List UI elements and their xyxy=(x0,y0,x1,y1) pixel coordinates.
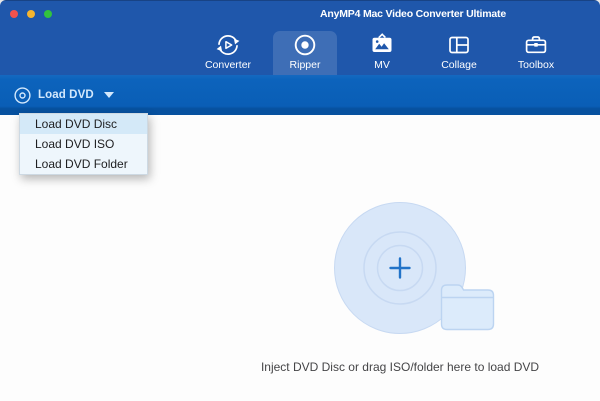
load-dvd-menu: Load DVD Disc Load DVD ISO Load DVD Fold… xyxy=(19,113,148,175)
folder-icon xyxy=(440,284,495,331)
tab-ripper[interactable]: Ripper xyxy=(273,31,337,76)
ripper-icon xyxy=(294,34,316,56)
toolbox-icon xyxy=(525,36,547,54)
menu-item-load-dvd-folder[interactable]: Load DVD Folder xyxy=(20,154,147,174)
load-dvd-button[interactable]: Load DVD xyxy=(10,80,118,110)
tab-mv-label: MV xyxy=(374,59,390,71)
menu-item-load-dvd-iso[interactable]: Load DVD ISO xyxy=(20,134,147,154)
tab-ripper-label: Ripper xyxy=(289,59,321,71)
chevron-down-icon xyxy=(103,92,114,98)
converter-icon xyxy=(216,35,240,55)
load-dvd-label: Load DVD xyxy=(38,89,94,101)
menu-item-load-dvd-disc[interactable]: Load DVD Disc xyxy=(20,114,147,134)
tab-toolbox-label: Toolbox xyxy=(517,59,555,71)
app-window: AnyMP4 Mac Video Converter Ultimate Conv… xyxy=(0,0,600,401)
mv-icon xyxy=(372,33,392,52)
tab-toolbox[interactable]: Toolbox xyxy=(504,31,568,76)
main-nav: Converter Ripper MV Collage Toolbox xyxy=(196,31,568,76)
tab-converter[interactable]: Converter xyxy=(196,31,260,76)
minimize-button[interactable] xyxy=(27,10,35,18)
close-button[interactable] xyxy=(10,10,18,18)
tab-mv[interactable]: MV xyxy=(350,31,414,76)
tab-converter-label: Converter xyxy=(204,59,252,71)
tab-collage-label: Collage xyxy=(441,59,477,71)
drop-hint-text: Inject DVD Disc or drag ISO/folder here … xyxy=(260,360,540,374)
tab-collage[interactable]: Collage xyxy=(427,31,491,76)
collage-icon xyxy=(449,36,469,54)
header-bar: AnyMP4 Mac Video Converter Ultimate Conv… xyxy=(0,0,600,76)
window-title: AnyMP4 Mac Video Converter Ultimate xyxy=(320,8,506,20)
zoom-button[interactable] xyxy=(44,10,52,18)
ripper-toolbar: Load DVD xyxy=(0,75,600,115)
disc-icon xyxy=(14,86,31,104)
